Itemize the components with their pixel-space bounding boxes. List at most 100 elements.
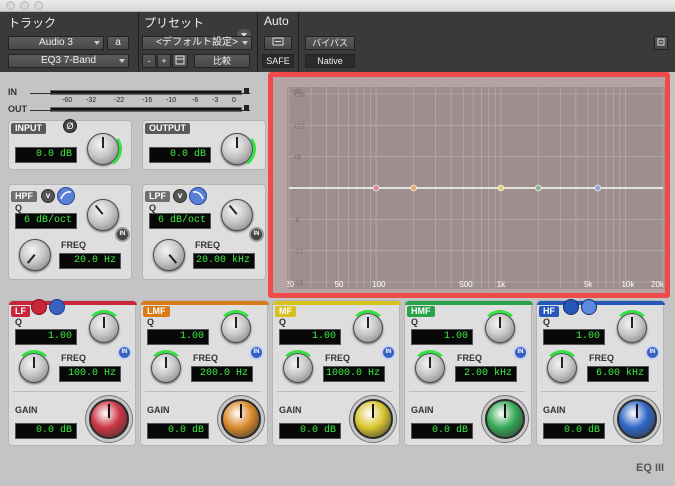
safe-button[interactable]: SAFE [262,54,294,68]
output-gain-ring [214,126,260,172]
meter-scale-tick: -22 [114,97,125,104]
mf-freq-ring [280,350,316,386]
plugin-body: IN OUT -60 -32 -22 -16 -10 -6 -3 0 INPUT Ø 0.0 … [0,72,675,486]
previous-preset-button[interactable]: - [142,54,156,68]
lmf-freq-display[interactable]: 200.0 Hz [191,366,253,382]
lpf-freq-display[interactable]: 20.00 kHz [193,253,255,269]
automation-button[interactable] [264,36,292,50]
expand-button[interactable] [654,36,668,50]
divider [257,12,258,72]
mf-q-display[interactable]: 1.00 [279,329,341,345]
hmf-freq-display[interactable]: 2.00 kHz [455,366,517,382]
hf-freq-label: FREQ [589,353,615,363]
lpf-curve-icon [192,191,204,200]
preset-selector[interactable]: <デフォルト設定> [142,36,252,50]
mf-gain-knob[interactable] [353,399,393,439]
lpf-enable-button[interactable] [189,187,207,205]
meter-scale-tick: 0 [232,97,236,104]
input-gain-display[interactable]: 0.0 dB [15,147,77,163]
mf-in-button[interactable]: IN [381,345,396,360]
zoom-window-button[interactable] [34,1,43,10]
phase-invert-button[interactable]: Ø [63,119,77,133]
graph-x-tick-label: 20k [651,280,665,289]
preset-label: プリセット [144,16,205,30]
plugin-header: トラック プリセット Auto Audio 3 a EQ3 7-Band <デフ… [0,12,675,72]
hpf-in-button[interactable]: IN [115,227,130,242]
mf-q-label: Q [279,317,287,327]
hmf-in-button[interactable]: IN [513,345,528,360]
lmf-freq-ring [148,350,184,386]
lpf-slope-display[interactable]: 6 dB/oct [149,213,211,229]
lpf-freq-label: FREQ [195,240,221,250]
mf-freq-display[interactable]: 1000.0 Hz [323,366,385,382]
lf-gain-knob[interactable] [89,399,129,439]
native-indicator[interactable]: Native [305,54,355,68]
bypass-button[interactable]: バイパス [305,36,355,50]
hmf-gain-knob[interactable] [485,399,525,439]
out-clip-indicator[interactable] [244,105,249,111]
close-window-button[interactable] [6,1,15,10]
hpf-freq-display[interactable]: 20.0 Hz [59,253,121,269]
lmf-gain-display[interactable]: 0.0 dB [147,423,209,439]
lmf-q-display[interactable]: 1.00 [147,329,209,345]
lf-in-button[interactable]: IN [117,345,132,360]
meter-line [30,110,250,111]
lf-freq-display[interactable]: 100.0 Hz [59,366,121,382]
in-clip-indicator[interactable] [244,88,249,94]
hf-q-label: Q [543,317,551,327]
band-color-strip [273,301,401,305]
hf-gain-display[interactable]: 0.0 dB [543,423,605,439]
meter-scale-tick: -32 [86,97,97,104]
hf-shelf-toggle-icon[interactable] [563,299,579,315]
out-meter-label: OUT [8,104,27,114]
lmf-q-label: Q [147,317,155,327]
graph-y-tick-label: -12 [293,249,303,256]
graph-x-tick-label: 10k [621,280,635,289]
insert-selector[interactable]: EQ3 7-Band [8,54,129,68]
hmf-gain-display[interactable]: 0.0 dB [411,423,473,439]
output-gain-display[interactable]: 0.0 dB [149,147,211,163]
hpf-enable-button[interactable] [57,187,75,205]
eq-band-point[interactable] [594,184,602,192]
lmf-in-button[interactable]: IN [249,345,264,360]
hmf-gain-label: GAIN [411,405,434,415]
eq-band-point[interactable] [410,184,417,192]
lpf-freq-knob[interactable] [153,239,185,271]
hf-freq-display[interactable]: 6.00 kHz [587,366,649,382]
lpf-slope-knob[interactable] [221,199,253,231]
in-meter-label: IN [8,87,17,97]
librarian-button[interactable] [172,54,188,68]
hpf-freq-knob[interactable] [19,239,51,271]
hpf-menu-icon[interactable]: v [41,189,55,203]
hf-in-button[interactable]: IN [645,345,660,360]
eq-band-point[interactable] [535,184,542,192]
insert-slot-selector[interactable]: a [107,36,129,50]
lmf-gain-knob[interactable] [221,399,261,439]
graph-x-tick-label: 100 [372,280,386,289]
hpf-slope-display[interactable]: 6 dB/oct [15,213,77,229]
minimize-window-button[interactable] [20,1,29,10]
band-color-strip [9,301,137,305]
automation-icon [272,37,284,46]
eq-graph[interactable]: dB+18+12+60-6-12-1820 50 100 500 1k 5k 10k 20k [287,87,665,289]
lf-peak-toggle-icon[interactable] [49,299,65,315]
eq-band-point[interactable] [372,184,380,192]
band-color-strip [141,301,269,305]
hf-q-display[interactable]: 1.00 [543,329,605,345]
lpf-menu-icon[interactable]: v [173,189,187,203]
lf-q-display[interactable]: 1.00 [15,329,77,345]
eq-band-point[interactable] [497,184,505,192]
output-panel: OUTPUT 0.0 dB [142,120,266,172]
graph-y-tick-label: +18 [293,92,305,99]
hpf-slope-knob[interactable] [87,199,119,231]
lf-gain-display[interactable]: 0.0 dB [15,423,77,439]
hf-peak-toggle-icon[interactable] [581,299,597,315]
hmf-q-display[interactable]: 1.00 [411,329,473,345]
hf-gain-knob[interactable] [617,399,657,439]
lpf-in-button[interactable]: IN [249,227,264,242]
track-selector[interactable]: Audio 3 [8,36,104,50]
lf-shelf-toggle-icon[interactable] [31,299,47,315]
next-preset-button[interactable]: + [157,54,171,68]
mf-gain-display[interactable]: 0.0 dB [279,423,341,439]
compare-button[interactable]: 比較 [194,54,250,68]
